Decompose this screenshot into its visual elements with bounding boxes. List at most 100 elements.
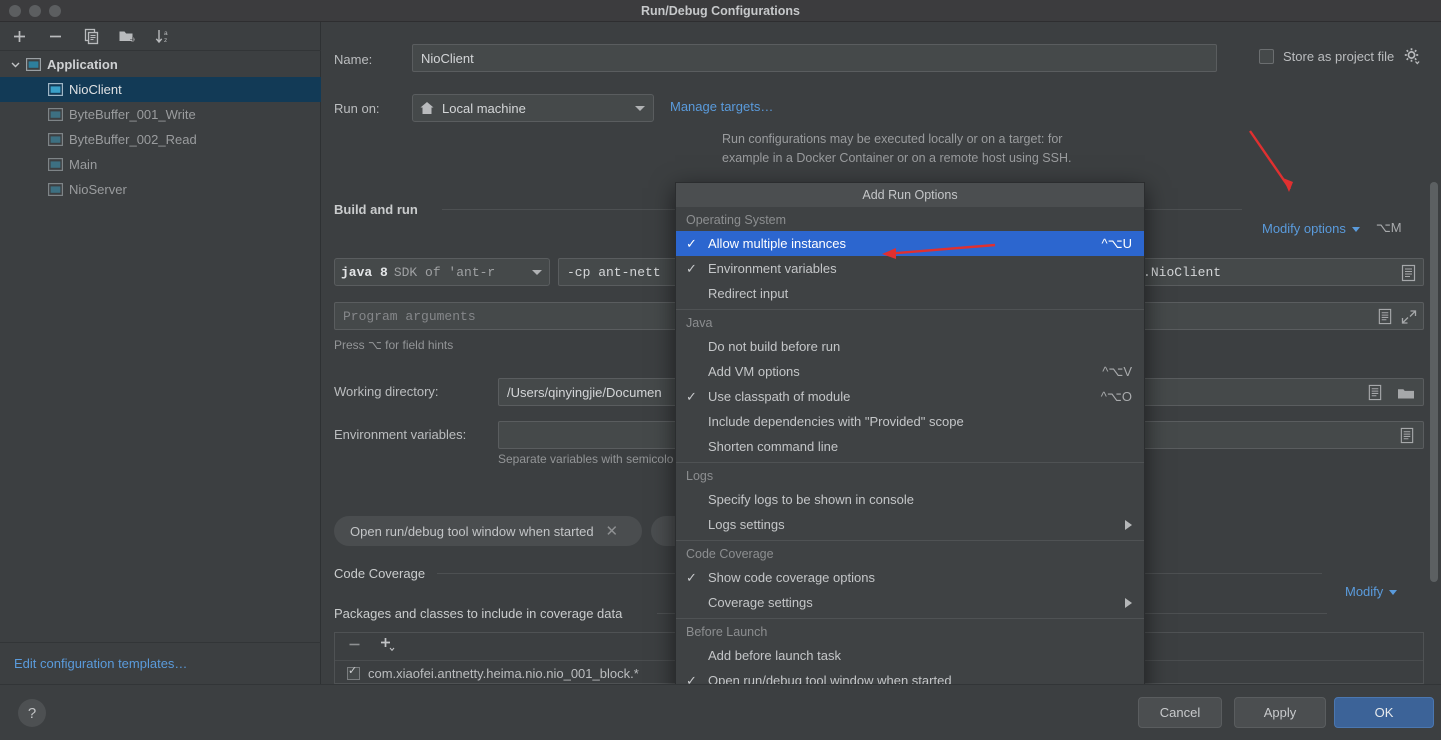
environment-variables-label: Environment variables:	[334, 427, 466, 442]
edit-configuration-templates-link[interactable]: Edit configuration templates…	[14, 656, 187, 671]
menu-item-include-provided-dependencies[interactable]: Include dependencies with "Provided" sco…	[676, 409, 1144, 434]
chevron-down-icon[interactable]	[635, 106, 645, 111]
expand-editor-icon[interactable]	[1401, 309, 1417, 329]
help-button[interactable]: ?	[18, 699, 46, 727]
sort-alphabetically-icon[interactable]: a z	[152, 25, 174, 47]
working-directory-label: Working directory:	[334, 384, 439, 399]
tree-group-application[interactable]: Application	[0, 52, 321, 77]
apply-button[interactable]: Apply	[1234, 697, 1326, 728]
remove-configuration-icon[interactable]	[44, 25, 66, 47]
run-on-target-select[interactable]: Local machine	[412, 94, 654, 122]
menu-item-shortcut: ^⌥O	[1101, 389, 1144, 405]
store-as-project-file-row[interactable]: Store as project file	[1259, 47, 1421, 65]
modify-options-shortcut: ⌥M	[1376, 220, 1402, 236]
menu-item-add-before-launch-task[interactable]: Add before launch task	[676, 643, 1144, 668]
popup-title: Add Run Options	[676, 183, 1144, 207]
manage-targets-link[interactable]: Manage targets…	[670, 99, 773, 114]
submenu-arrow-icon	[1125, 520, 1132, 530]
run-debug-configurations-dialog: Run/Debug Configurations	[0, 0, 1441, 740]
edit-env-vars-icon[interactable]	[1399, 427, 1415, 447]
menu-item-label: Include dependencies with "Provided" sco…	[708, 414, 1132, 429]
build-and-run-title: Build and run	[334, 202, 418, 217]
chevron-down-icon[interactable]	[532, 270, 542, 275]
store-as-project-file-checkbox[interactable]	[1259, 49, 1274, 64]
modify-options-link[interactable]: Modify options	[1262, 221, 1346, 236]
sidebar-item-nioclient[interactable]: NioClient	[0, 77, 321, 102]
sidebar-item-bytebuffer-001-write[interactable]: ByteBuffer_001_Write	[0, 102, 321, 127]
sidebar-item-nioserver[interactable]: NioServer	[0, 177, 321, 202]
insert-macro-icon[interactable]	[1367, 384, 1383, 404]
browse-folder-icon[interactable]	[1397, 386, 1415, 403]
copy-configuration-icon[interactable]	[80, 25, 102, 47]
check-icon: ✓	[686, 570, 708, 586]
menu-item-specify-logs[interactable]: Specify logs to be shown in console	[676, 487, 1144, 512]
sidebar-item-main[interactable]: Main	[0, 152, 321, 177]
sidebar-item-label: NioServer	[69, 182, 127, 197]
check-icon: ✓	[686, 236, 708, 252]
target-hint-line1: Run configurations may be executed local…	[722, 130, 1422, 149]
option-chips: Open run/debug tool window when started …	[334, 516, 691, 546]
chip-label: Open run/debug tool window when started	[350, 524, 594, 539]
run-on-label: Run on:	[334, 101, 380, 116]
menu-item-logs-settings[interactable]: Logs settings	[676, 512, 1144, 537]
run-on-row: Run on: Local machine Manage targets…	[334, 94, 1424, 122]
add-configuration-icon[interactable]	[8, 25, 30, 47]
cancel-button[interactable]: Cancel	[1138, 697, 1222, 728]
sidebar-item-bytebuffer-002-read[interactable]: ByteBuffer_002_Read	[0, 127, 321, 152]
menu-item-coverage-settings[interactable]: Coverage settings	[676, 590, 1144, 615]
expand-field-icon[interactable]	[1400, 264, 1417, 282]
menu-item-use-classpath-of-module[interactable]: ✓ Use classpath of module ^⌥O	[676, 384, 1144, 409]
menu-item-label: Coverage settings	[708, 595, 1144, 610]
sidebar-footer: Edit configuration templates…	[0, 642, 321, 684]
coverage-item-label: com.xiaofei.antnetty.heima.nio.nio_001_b…	[368, 666, 639, 681]
menu-item-label: Logs settings	[708, 517, 1144, 532]
editor-scrollbar[interactable]	[1430, 182, 1438, 582]
chevron-down-icon[interactable]	[8, 58, 22, 72]
menu-item-do-not-build-before-run[interactable]: Do not build before run	[676, 334, 1144, 359]
remove-package-icon[interactable]	[347, 637, 362, 657]
menu-item-shortcut: ^⌥U	[1102, 236, 1144, 252]
menu-item-environment-variables[interactable]: ✓ Environment variables	[676, 256, 1144, 281]
name-input[interactable]	[412, 44, 1217, 72]
program-arguments-placeholder: Program arguments	[343, 309, 476, 324]
menu-item-label: Allow multiple instances	[708, 236, 1102, 251]
menu-item-show-code-coverage-options[interactable]: ✓ Show code coverage options	[676, 565, 1144, 590]
coverage-item-checkbox[interactable]	[347, 667, 360, 680]
sdk-version: java 8	[341, 265, 388, 280]
insert-macro-icon[interactable]	[1377, 308, 1393, 329]
chip-open-tool-window[interactable]: Open run/debug tool window when started …	[334, 516, 642, 546]
svg-text:a: a	[164, 30, 168, 37]
application-config-icon	[48, 183, 63, 196]
popup-group-label: Operating System	[676, 207, 1144, 231]
jre-select[interactable]: java 8 SDK of 'ant-r	[334, 258, 550, 286]
popup-group-label: Logs	[676, 463, 1144, 487]
sdk-description: SDK of 'ant-r	[394, 265, 495, 280]
menu-item-add-vm-options[interactable]: Add VM options ^⌥V	[676, 359, 1144, 384]
modify-options-row[interactable]: Modify options ⌥M	[1262, 220, 1402, 236]
program-arguments-actions	[1377, 308, 1417, 329]
chevron-down-icon[interactable]	[1352, 227, 1360, 232]
menu-item-shortcut: ^⌥V	[1102, 364, 1144, 380]
sidebar-item-label: Main	[69, 157, 97, 172]
menu-item-label: Redirect input	[708, 286, 1132, 301]
packages-classes-title: Packages and classes to include in cover…	[334, 606, 622, 621]
menu-item-allow-multiple-instances[interactable]: ✓ Allow multiple instances ^⌥U	[676, 231, 1144, 256]
code-coverage-modify-link[interactable]: Modify	[1345, 584, 1383, 599]
chevron-down-icon[interactable]	[1389, 590, 1397, 595]
menu-item-shorten-command-line[interactable]: Shorten command line	[676, 434, 1144, 459]
application-config-icon	[48, 83, 63, 96]
new-folder-icon[interactable]	[116, 25, 138, 47]
application-folder-icon	[26, 58, 41, 71]
add-package-icon[interactable]	[378, 635, 396, 658]
gear-icon[interactable]	[1403, 47, 1421, 65]
code-coverage-modify-row[interactable]: Modify	[1345, 584, 1397, 599]
ok-button[interactable]: OK	[1334, 697, 1434, 728]
svg-text:z: z	[164, 37, 167, 44]
close-icon[interactable]: ✕	[606, 522, 619, 540]
menu-item-redirect-input[interactable]: Redirect input	[676, 281, 1144, 306]
sidebar-toolbar: a z	[0, 22, 321, 51]
code-coverage-title: Code Coverage	[334, 566, 425, 581]
target-hint: Run configurations may be executed local…	[722, 130, 1422, 168]
check-icon: ✓	[686, 261, 708, 277]
check-icon: ✓	[686, 389, 708, 405]
